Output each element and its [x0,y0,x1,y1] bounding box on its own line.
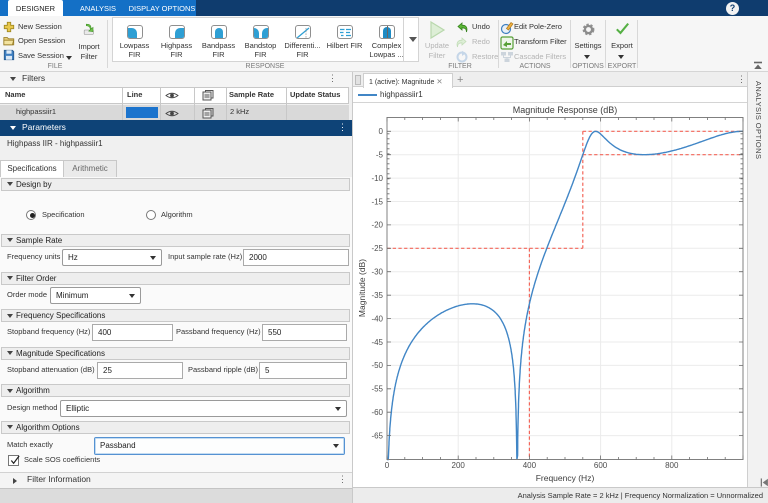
svg-text:-50: -50 [371,361,383,370]
svg-text:-55: -55 [371,385,383,394]
svg-text:-20: -20 [371,221,383,230]
svg-text:-60: -60 [371,408,383,417]
svg-text:800: 800 [665,461,679,470]
svg-text:-45: -45 [371,338,383,347]
svg-text:-40: -40 [371,314,383,323]
svg-text:Magnitude Response (dB): Magnitude Response (dB) [513,105,618,115]
svg-text:-35: -35 [371,291,383,300]
svg-text:-5: -5 [376,151,384,160]
svg-text:-15: -15 [371,197,383,206]
svg-text:600: 600 [594,461,608,470]
svg-text:0: 0 [379,127,384,136]
svg-text:400: 400 [523,461,537,470]
svg-text:-25: -25 [371,244,383,253]
svg-text:0: 0 [385,461,390,470]
svg-text:Magnitude (dB): Magnitude (dB) [357,259,367,317]
svg-text:-65: -65 [371,431,383,440]
svg-text:200: 200 [452,461,466,470]
svg-text:-10: -10 [371,174,383,183]
svg-text:Frequency (Hz): Frequency (Hz) [536,473,595,483]
svg-text:-30: -30 [371,268,383,277]
